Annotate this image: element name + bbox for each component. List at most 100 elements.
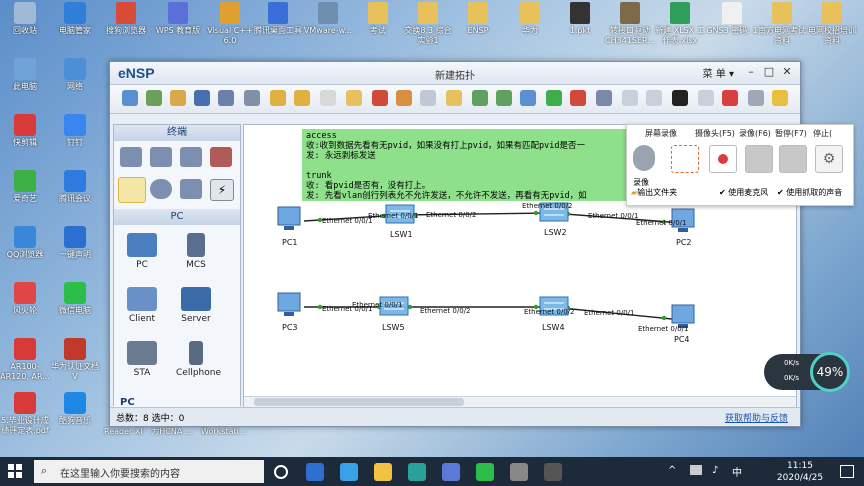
use-system-audio-checkbox[interactable]: ✔ 使用抓取的声音 xyxy=(777,187,842,198)
desktop-icon-graduation-pdf[interactable]: 5.毕业设计成绩评定表.pdf xyxy=(0,392,50,436)
desktop-icon-huawei-folder[interactable]: 华为 xyxy=(504,2,556,36)
desktop-icon-dingtalk[interactable]: 钉钉 xyxy=(50,114,100,148)
minimize-icon[interactable]: – xyxy=(742,64,760,80)
restore-icon[interactable]: □ xyxy=(760,64,778,80)
workstation-label[interactable]: Workstati... xyxy=(201,427,246,436)
device-server[interactable]: Server xyxy=(176,287,216,324)
wlan-category-icon[interactable] xyxy=(180,147,202,167)
desktop-icon-sogou[interactable]: 搜狗浏览器 xyxy=(100,2,152,36)
explorer-taskbar-icon[interactable] xyxy=(374,463,392,481)
start-button[interactable] xyxy=(8,464,22,478)
settings-icon[interactable] xyxy=(748,90,764,106)
browser-taskbar-icon[interactable] xyxy=(408,463,426,481)
zoom-in-icon[interactable] xyxy=(472,90,488,106)
device-sta[interactable]: STA xyxy=(122,341,162,378)
firewall-category-icon[interactable] xyxy=(210,147,232,167)
recorder-tab-camera[interactable]: 摄像头(F5) xyxy=(695,128,735,139)
region-select-button[interactable] xyxy=(671,145,699,173)
network-speed-widget[interactable]: 0K/s 0K/s 49% xyxy=(764,352,850,392)
save-as-icon[interactable] xyxy=(218,90,234,106)
scroll-thumb[interactable] xyxy=(254,398,464,406)
router-category-icon[interactable] xyxy=(120,147,142,167)
node-pc1[interactable] xyxy=(274,205,306,233)
use-mic-checkbox[interactable]: ✔ 使用麦克风 xyxy=(719,187,768,198)
device-client[interactable]: Client xyxy=(122,287,162,324)
palette-icon[interactable] xyxy=(446,90,462,106)
webcam-icon[interactable] xyxy=(633,145,655,171)
desktop-icon-kugou[interactable]: 酷狗音乐 xyxy=(50,392,100,426)
notification-icon[interactable] xyxy=(840,465,854,478)
network-tray-icon[interactable] xyxy=(690,465,702,475)
open-icon[interactable] xyxy=(170,90,186,106)
app-taskbar-icon[interactable] xyxy=(442,463,460,481)
text-note[interactable]: access 收:收到数据先看有无pvid，如果没有打上pvid，如果有匹配pv… xyxy=(302,129,632,201)
hcna-label[interactable]: 为HCNA ... xyxy=(151,427,192,436)
app2-taskbar-icon[interactable] xyxy=(476,463,494,481)
node-pc3[interactable] xyxy=(274,291,306,319)
topology-icon[interactable] xyxy=(646,90,662,106)
new-file-icon[interactable] xyxy=(146,90,162,106)
desktop-icon-pc-manager[interactable]: 电脑管家 xyxy=(50,2,100,36)
desktop-icon-fenghuolun[interactable]: 风火轮 xyxy=(0,282,50,316)
record-button[interactable] xyxy=(709,145,737,173)
chat-icon[interactable] xyxy=(698,90,714,106)
recorder-tab-stop[interactable]: 停止( xyxy=(813,128,832,139)
ie-taskbar-icon[interactable] xyxy=(340,463,358,481)
volume-icon[interactable]: ♪ xyxy=(712,465,718,476)
desktop-icon-wechat[interactable]: 微信电脑 xyxy=(50,282,100,316)
desktop-icon-qq-browser[interactable]: QQ浏览器 xyxy=(0,226,50,260)
help-icon[interactable] xyxy=(772,90,788,106)
device-mcs[interactable]: MCS xyxy=(176,233,216,270)
link-category-icon[interactable]: ⚡ xyxy=(210,179,234,201)
ime-icon[interactable]: 中 xyxy=(732,464,742,479)
print-icon[interactable] xyxy=(244,90,260,106)
ensp-taskbar-icon[interactable] xyxy=(510,463,528,481)
desktop-icon-iqiyi[interactable]: 爱奇艺 xyxy=(0,170,50,204)
ensp-titlebar[interactable]: eNSP 新建拓扑 菜 单 ▾ – □ ✕ xyxy=(110,62,800,85)
delete-icon[interactable] xyxy=(372,90,388,106)
select-icon[interactable] xyxy=(320,90,336,106)
device-cellphone[interactable]: Cellphone xyxy=(176,341,221,378)
menu-button[interactable]: 菜 单 ▾ xyxy=(703,65,734,80)
stop-icon[interactable] xyxy=(570,90,586,106)
text-icon[interactable] xyxy=(420,90,436,106)
recorder-tab-record[interactable]: 录像(F6) xyxy=(739,128,771,139)
new-topology-icon[interactable] xyxy=(122,90,138,106)
desktop-icon-xlsx[interactable]: 新建 XLSX 工作表.xlsx xyxy=(654,2,706,46)
huawei-icon[interactable] xyxy=(722,90,738,106)
reader-label[interactable]: Reader XI xyxy=(104,427,143,436)
taskbar-search-box[interactable]: ⌕ 在这里输入你要搜索的内容 xyxy=(34,460,264,483)
task-view-icon[interactable] xyxy=(274,465,288,479)
clock[interactable]: 11:15 2020/4/25 xyxy=(770,460,830,484)
desktop-icon-wps[interactable]: WPS 教育版 xyxy=(152,2,204,36)
desktop-icon-ar-pdf[interactable]: AR100-AR120, AR... xyxy=(0,338,50,382)
close-icon[interactable]: ✕ xyxy=(778,64,796,80)
desktop-icon-tencent-tool[interactable]: 腾讯桌面工具 xyxy=(252,2,304,36)
desktop-icon-grid-exam[interactable]: 南方电网考试资料 xyxy=(756,2,808,46)
recorder-tab-screen[interactable]: 屏幕录像 xyxy=(645,128,677,139)
cli-icon[interactable] xyxy=(622,90,638,106)
edge-taskbar-icon[interactable] xyxy=(306,463,324,481)
show-hidden-icons[interactable]: ^ xyxy=(668,465,676,476)
start-icon[interactable] xyxy=(546,90,562,106)
desktop-icon-grid-training[interactable]: 电网校招培训资料 xyxy=(806,2,858,46)
help-feedback-link[interactable]: 获取帮助与反馈 xyxy=(725,411,788,424)
save-icon[interactable] xyxy=(194,90,210,106)
switch-category-icon[interactable] xyxy=(150,147,172,167)
desktop-icon-pkt[interactable]: 1.pkt xyxy=(554,2,606,36)
desktop-icon-ensp-file[interactable]: ENSP xyxy=(452,2,504,36)
redo-icon[interactable] xyxy=(294,90,310,106)
recorder-taskbar-icon[interactable] xyxy=(544,463,562,481)
stop-button[interactable] xyxy=(779,145,807,173)
zoom-out-icon[interactable] xyxy=(496,90,512,106)
desktop-icon-tencent-meeting[interactable]: 腾讯会议 xyxy=(50,170,100,204)
terminal-category-icon[interactable] xyxy=(118,177,146,203)
capture-icon[interactable] xyxy=(596,90,612,106)
desktop-icon-huawei-doc[interactable]: 华为认证文档 V xyxy=(50,338,100,382)
hand-icon[interactable] xyxy=(346,90,362,106)
desktop-icon-recycle-bin[interactable]: 回收站 xyxy=(0,2,50,36)
desktop-icon-ch341[interactable]: 转接口驱动CH341SER... xyxy=(604,2,656,46)
desktop-icon-this-pc[interactable]: 此电脑 xyxy=(0,58,50,92)
desktop-icon-vmware[interactable]: VMware-w... xyxy=(302,2,354,36)
recorder-tab-pause[interactable]: 暂停(F7) xyxy=(775,128,807,139)
